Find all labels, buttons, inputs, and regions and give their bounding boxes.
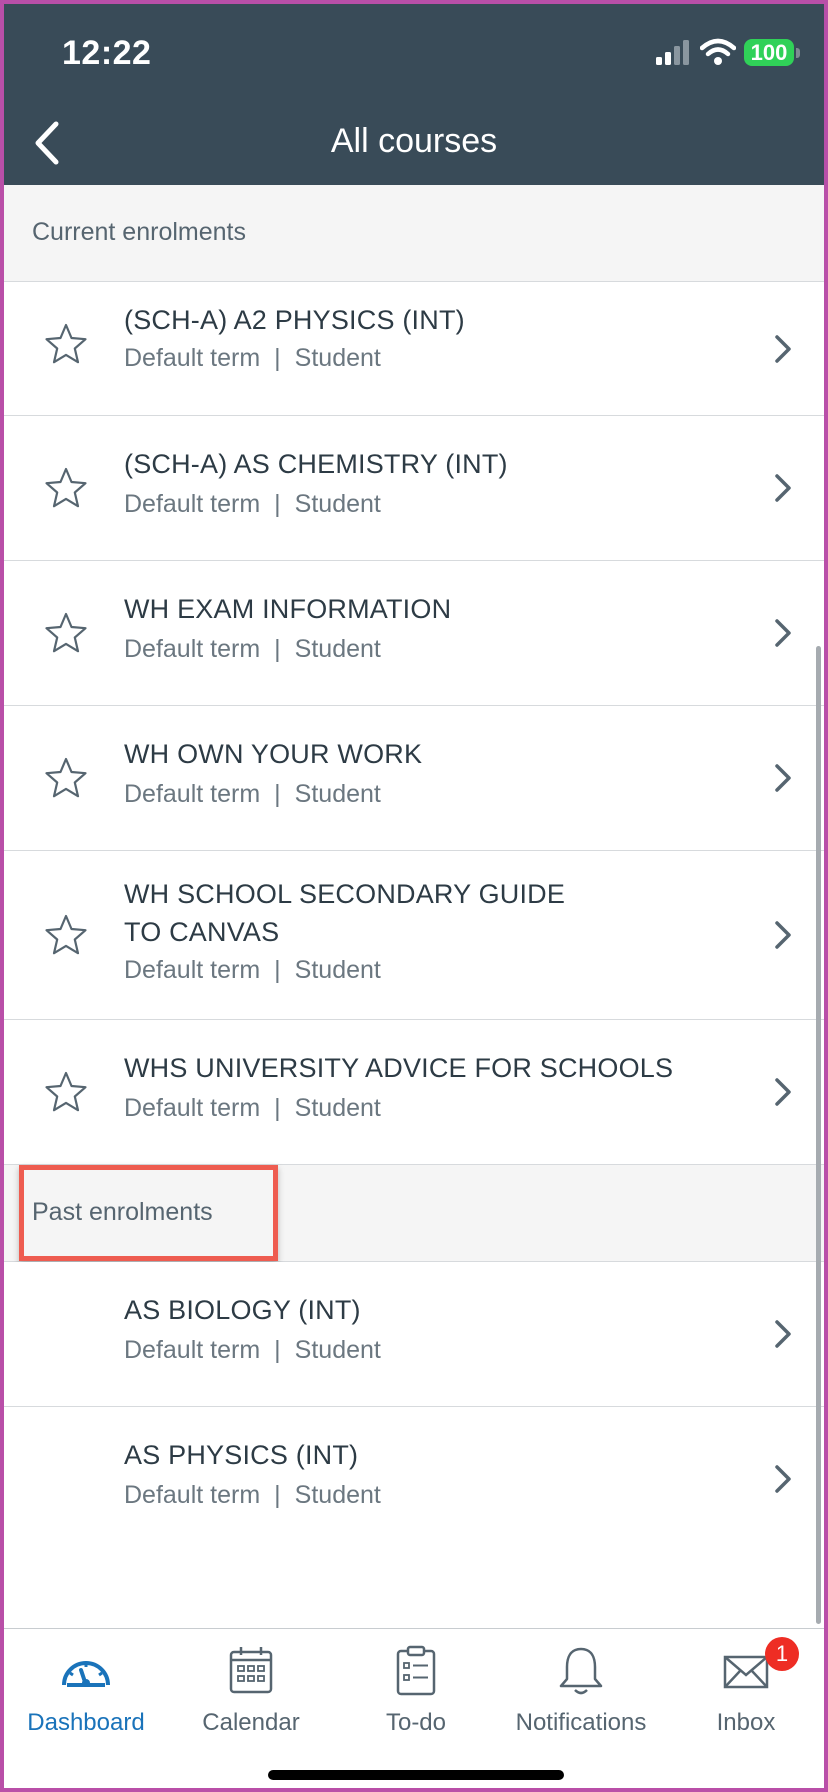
calendar-icon <box>229 1647 273 1694</box>
tab-label: Notifications <box>515 1709 647 1736</box>
course-term: Default term <box>124 1336 261 1364</box>
tab-dashboard[interactable]: Dashboard <box>4 1629 168 1759</box>
bell-icon <box>559 1647 603 1695</box>
separator: | <box>274 1094 281 1122</box>
tab-label: To-do <box>385 1709 447 1736</box>
nav-header: 12:22 100 All courses <box>4 4 824 185</box>
section-label: Current enrolments <box>32 218 246 246</box>
course-row[interactable]: WHS UNIVERSITY ADVICE FOR SCHOOLS Defaul… <box>4 1020 824 1165</box>
todo-icon <box>396 1645 436 1696</box>
separator: | <box>274 1481 281 1509</box>
star-favorite-icon[interactable] <box>44 466 88 510</box>
course-name: (SCH-A) A2 PHYSICS (INT) <box>124 305 465 335</box>
course-term: Default term <box>124 1481 261 1509</box>
chevron-right-icon <box>775 1465 791 1493</box>
chevron-right-icon <box>775 1078 791 1106</box>
course-meta: Default term | Student <box>124 635 381 664</box>
course-term: Default term <box>124 635 261 663</box>
tab-notifications[interactable]: Notifications <box>499 1629 663 1759</box>
course-term: Default term <box>124 344 261 372</box>
chevron-right-icon <box>775 764 791 792</box>
course-role: Student <box>294 344 381 372</box>
tab-label: Inbox <box>716 1709 776 1736</box>
course-role: Student <box>294 635 381 663</box>
course-row[interactable]: WH EXAM INFORMATION Default term | Student <box>4 561 824 706</box>
app-screen: 12:22 100 All courses Current enrolments… <box>0 0 828 1792</box>
course-name-line: TO CANVAS <box>124 917 280 947</box>
home-indicator[interactable] <box>268 1770 564 1780</box>
separator: | <box>274 344 281 372</box>
battery-indicator: 100 <box>744 39 800 66</box>
course-name: AS PHYSICS (INT) <box>124 1440 359 1470</box>
course-meta: Default term | Student <box>124 1336 381 1365</box>
tab-calendar[interactable]: Calendar <box>169 1629 333 1759</box>
wifi-icon <box>700 38 736 65</box>
course-row[interactable]: AS BIOLOGY (INT) Default term | Student <box>4 1262 824 1407</box>
chevron-right-icon <box>775 619 791 647</box>
course-name: WHS UNIVERSITY ADVICE FOR SCHOOLS <box>124 1053 674 1083</box>
course-meta: Default term | Student <box>124 1481 381 1510</box>
page-title: All courses <box>330 122 498 160</box>
chevron-right-icon <box>775 921 791 949</box>
course-row[interactable]: (SCH-A) AS CHEMISTRY (INT) Default term |… <box>4 416 824 561</box>
unread-badge: 1 <box>765 1637 799 1671</box>
chevron-right-icon <box>775 1320 791 1348</box>
star-favorite-icon[interactable] <box>44 913 88 957</box>
mail-icon <box>723 1655 769 1689</box>
separator: | <box>274 1336 281 1364</box>
separator: | <box>274 635 281 663</box>
dashboard-icon <box>62 1661 110 1687</box>
course-row[interactable]: WH OWN YOUR WORK Default term | Student <box>4 706 824 851</box>
past-enrolments-header: Past enrolments <box>4 1165 824 1262</box>
tab-bar: Dashboard Calendar To-do Notifications 1… <box>4 1628 824 1788</box>
star-favorite-icon[interactable] <box>44 1070 88 1114</box>
course-term: Default term <box>124 490 261 518</box>
course-name: WH EXAM INFORMATION <box>124 594 452 624</box>
course-role: Student <box>294 780 381 808</box>
current-enrolments-header: Current enrolments <box>4 185 824 282</box>
cellular-signal-icon <box>656 40 689 65</box>
course-term: Default term <box>124 780 261 808</box>
star-favorite-icon[interactable] <box>44 322 88 366</box>
course-term: Default term <box>124 956 261 984</box>
chevron-right-icon <box>775 335 791 363</box>
chevron-right-icon <box>775 474 791 502</box>
course-meta: Default term | Student <box>124 344 381 373</box>
course-name-line: WH SCHOOL SECONDARY GUIDE <box>124 879 566 909</box>
course-meta: Default term | Student <box>124 1094 381 1123</box>
tab-label: Calendar <box>202 1709 300 1736</box>
course-row[interactable]: WH SCHOOL SECONDARY GUIDE TO CANVAS Defa… <box>4 851 824 1020</box>
separator: | <box>274 490 281 518</box>
section-label: Past enrolments <box>32 1198 213 1226</box>
course-role: Student <box>294 1094 381 1122</box>
tab-label: Dashboard <box>27 1709 145 1736</box>
course-name: (SCH-A) AS CHEMISTRY (INT) <box>124 449 508 479</box>
course-role: Student <box>294 1481 381 1509</box>
course-meta: Default term | Student <box>124 956 381 985</box>
separator: | <box>274 956 281 984</box>
star-favorite-icon[interactable] <box>44 611 88 655</box>
course-name: WH SCHOOL SECONDARY GUIDE TO CANVAS <box>124 875 565 951</box>
course-role: Student <box>294 1336 381 1364</box>
course-role: Student <box>294 956 381 984</box>
separator: | <box>274 780 281 808</box>
course-name: AS BIOLOGY (INT) <box>124 1295 361 1325</box>
star-favorite-icon[interactable] <box>44 756 88 800</box>
course-role: Student <box>294 490 381 518</box>
course-row[interactable]: (SCH-A) A2 PHYSICS (INT) Default term | St… <box>4 282 824 416</box>
course-name: WH OWN YOUR WORK <box>124 739 423 769</box>
course-term: Default term <box>124 1094 261 1122</box>
course-meta: Default term | Student <box>124 490 381 519</box>
course-meta: Default term | Student <box>124 780 381 809</box>
tab-todo[interactable]: To-do <box>334 1629 498 1759</box>
status-time: 12:22 <box>62 34 152 72</box>
tab-inbox[interactable]: 1 Inbox <box>664 1629 824 1759</box>
course-row[interactable]: AS PHYSICS (INT) Default term | Student <box>4 1407 824 1552</box>
scrollbar[interactable] <box>816 646 821 1624</box>
